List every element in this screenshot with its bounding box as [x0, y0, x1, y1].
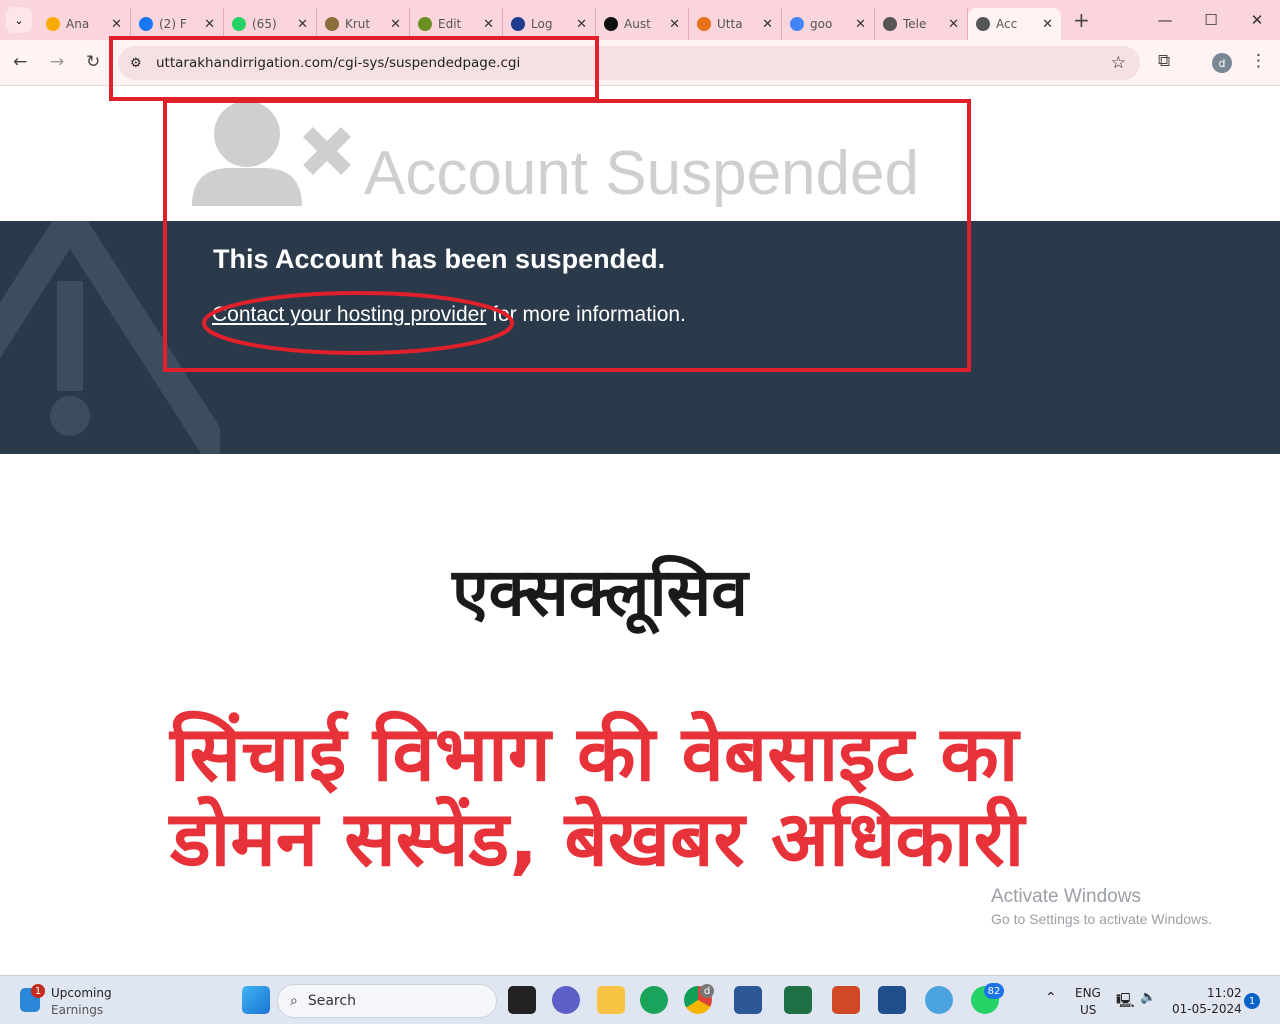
network-icon[interactable]: 🖳: [1116, 990, 1135, 1014]
tab-title: Log: [531, 17, 553, 31]
close-tab-icon[interactable]: ✕: [669, 17, 680, 32]
close-tab-icon[interactable]: ✕: [297, 17, 308, 32]
hindi-a-icon: [604, 17, 618, 31]
google-icon: [790, 17, 804, 31]
exclusive-label: एक्सक्लूसिव: [452, 554, 748, 631]
word-icon[interactable]: [734, 986, 762, 1014]
file-explorer-icon[interactable]: [597, 986, 625, 1014]
headline-line-2: डोमन सस्पेंड, बेखबर अधिकारी: [170, 794, 1025, 883]
globe-icon: [976, 17, 990, 31]
tab-search-button[interactable]: ⌄: [6, 7, 32, 33]
maximize-button[interactable]: ☐: [1188, 0, 1234, 40]
tab-6[interactable]: Aust ✕: [596, 8, 689, 40]
close-tab-icon[interactable]: ✕: [1042, 17, 1053, 32]
activate-windows-watermark: Activate Windows Go to Settings to activ…: [991, 886, 1212, 927]
tab-title: Krut: [345, 17, 371, 31]
tray-overflow-icon[interactable]: ⌃: [1045, 990, 1057, 1006]
start-button[interactable]: [242, 986, 270, 1014]
url-annotation-box: [109, 36, 599, 101]
store-icon[interactable]: [878, 986, 906, 1014]
search-label: Search: [307, 993, 356, 1009]
clock-time[interactable]: 11:02: [1207, 986, 1242, 1000]
taskbar-search[interactable]: ⌕ Search: [277, 984, 497, 1018]
new-tab-button[interactable]: +: [1073, 8, 1090, 32]
volume-icon[interactable]: 🔈: [1140, 990, 1156, 1005]
close-tab-icon[interactable]: ✕: [762, 17, 773, 32]
tab-7[interactable]: Utta ✕: [689, 8, 782, 40]
facebook-icon: [139, 17, 153, 31]
krut-icon: [325, 17, 339, 31]
close-tab-icon[interactable]: ✕: [576, 17, 587, 32]
close-tab-icon[interactable]: ✕: [390, 17, 401, 32]
powerpoint-icon[interactable]: [832, 986, 860, 1014]
edge-icon[interactable]: [640, 986, 668, 1014]
search-icon: ⌕: [290, 993, 298, 1009]
excel-icon[interactable]: [784, 986, 812, 1014]
language-indicator[interactable]: ENG: [1075, 986, 1101, 1000]
minimize-button[interactable]: —: [1142, 0, 1188, 40]
tab-title: Utta: [717, 17, 743, 31]
tab-title: goo: [810, 17, 833, 31]
tab-title: Tele: [903, 17, 927, 31]
tab-10[interactable]: Acc ✕: [968, 8, 1061, 40]
extensions-icon[interactable]: ⧉: [1158, 51, 1170, 71]
profile-avatar[interactable]: d: [1212, 53, 1232, 73]
sunrise-icon: [697, 17, 711, 31]
close-window-button[interactable]: ✕: [1234, 0, 1280, 40]
close-tab-icon[interactable]: ✕: [204, 17, 215, 32]
tab-title: (65): [252, 17, 277, 31]
menu-icon[interactable]: ⋮: [1250, 51, 1267, 71]
link-annotation-ellipse: [202, 291, 514, 355]
tab-title: Ana: [66, 17, 90, 31]
tab-title: Edit: [438, 17, 462, 31]
teams-icon[interactable]: [552, 986, 580, 1014]
close-tab-icon[interactable]: ✕: [948, 17, 959, 32]
watermark-title: Activate Windows: [991, 886, 1141, 907]
keyboard-layout: US: [1080, 1003, 1097, 1017]
analytics-icon: [46, 17, 60, 31]
paint-icon[interactable]: [925, 986, 953, 1014]
clock-date[interactable]: 01-05-2024: [1172, 1002, 1242, 1016]
forward-button[interactable]: →: [50, 52, 64, 72]
login-icon: [511, 17, 525, 31]
globe-icon: [883, 17, 897, 31]
close-tab-icon[interactable]: ✕: [855, 17, 866, 32]
widget-subtitle: Earnings: [51, 1003, 104, 1017]
back-button[interactable]: ←: [13, 52, 27, 72]
chrome-profile-badge: d: [700, 984, 714, 998]
watermark-subtitle: Go to Settings to activate Windows.: [991, 911, 1212, 927]
task-view-icon[interactable]: [508, 986, 536, 1014]
taskbar: 1 Upcoming Earnings ⌕ Search d 82 ⌃ ENG U…: [0, 975, 1280, 1024]
edit-site-icon: [418, 17, 432, 31]
widget-badge: 1: [31, 984, 45, 998]
whatsapp-icon: [232, 17, 246, 31]
bookmark-star-icon[interactable]: ☆: [1111, 53, 1126, 73]
whatsapp-badge: 82: [984, 983, 1004, 999]
tab-title: Aust: [624, 17, 651, 31]
notification-badge[interactable]: 1: [1244, 993, 1260, 1009]
widget-title[interactable]: Upcoming: [51, 986, 112, 1000]
tab-8[interactable]: goo ✕: [782, 8, 875, 40]
tab-9[interactable]: Tele ✕: [875, 8, 968, 40]
tab-title: Acc: [996, 17, 1018, 31]
close-tab-icon[interactable]: ✕: [483, 17, 494, 32]
tab-title: (2) F: [159, 17, 187, 31]
tab-strip: ⌄ Ana ✕ (2) F ✕ (65) ✕ Krut ✕ Edit ✕ Log ✕ Aust ✕ Utta…: [0, 0, 1280, 40]
close-tab-icon[interactable]: ✕: [111, 17, 122, 32]
reload-button[interactable]: ↻: [86, 52, 100, 72]
